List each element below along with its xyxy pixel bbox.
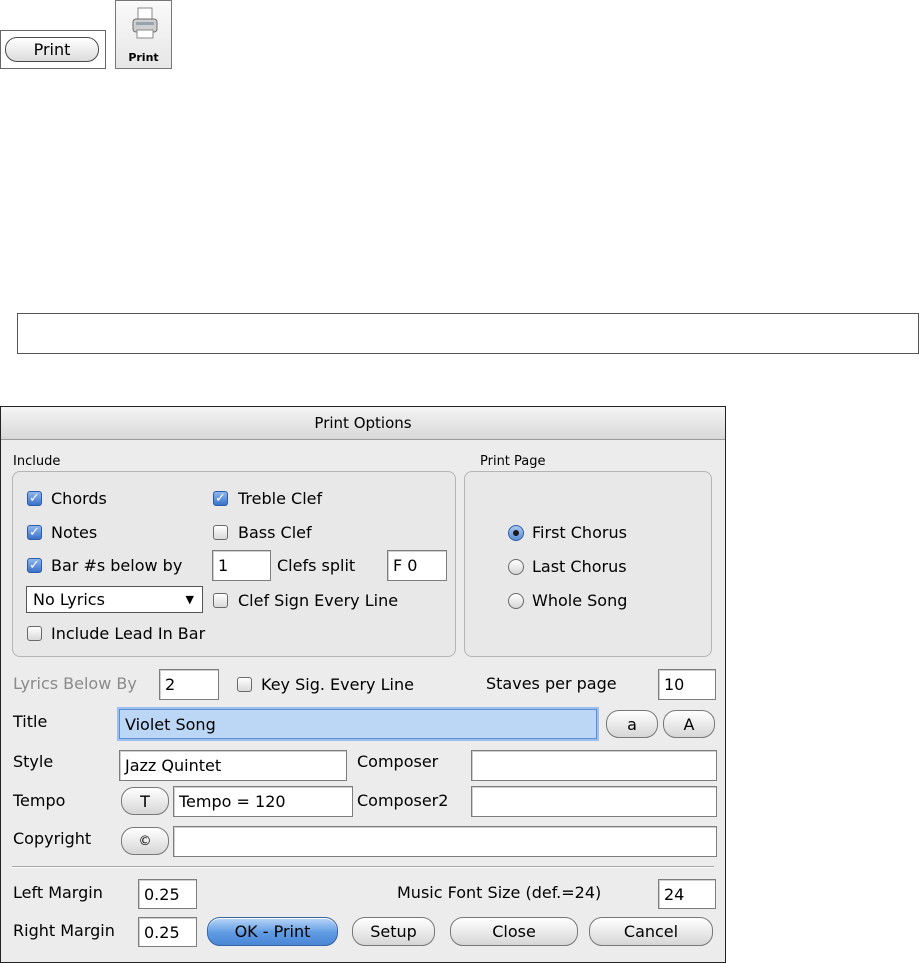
cancel-button[interactable]: Cancel [589, 917, 713, 946]
uppercase-button[interactable]: A [663, 710, 715, 738]
setup-button[interactable]: Setup [352, 917, 435, 946]
style-field[interactable]: Jazz Quintet [119, 750, 347, 781]
key-sig-every-line-label: Key Sig. Every Line [261, 675, 414, 694]
clefs-split-label: Clefs split [277, 556, 356, 575]
key-sig-every-line-checkbox[interactable] [237, 677, 252, 692]
cancel-button-label: Cancel [623, 922, 679, 941]
composer-field[interactable] [471, 750, 717, 781]
chevron-down-icon: ▼ [185, 593, 194, 606]
right-margin-field[interactable]: 0.25 [138, 917, 197, 947]
notes-label: Notes [51, 523, 98, 542]
clef-sign-every-line-checkbox[interactable] [213, 593, 228, 608]
clefs-split-field[interactable]: F 0 [387, 550, 447, 581]
chords-checkbox[interactable]: ✓ [27, 491, 42, 506]
tempo-field[interactable]: Tempo = 120 [173, 786, 353, 817]
treble-clef-label: Treble Clef [238, 489, 323, 508]
notes-checkbox[interactable]: ✓ [27, 525, 42, 540]
print-button-frame: Print [0, 30, 106, 69]
print-icon-label: Print [128, 51, 159, 64]
first-chorus-label: First Chorus [532, 523, 627, 542]
include-lead-in-label: Include Lead In Bar [51, 624, 206, 643]
left-margin-field[interactable]: 0.25 [138, 879, 197, 909]
composer-label: Composer [357, 752, 439, 771]
title-field[interactable]: Violet Song [119, 709, 597, 739]
dialog-title: Print Options [314, 414, 412, 432]
setup-button-label: Setup [370, 922, 417, 941]
bar-numbers-field[interactable]: 1 [212, 550, 271, 581]
bar-numbers-label: Bar #s below by [51, 556, 183, 575]
close-button-label: Close [492, 922, 536, 941]
title-label: Title [13, 712, 48, 731]
tempo-label: Tempo [13, 791, 66, 810]
clef-sign-every-line-label: Clef Sign Every Line [238, 591, 399, 610]
lyrics-select[interactable]: No Lyrics ▼ [26, 586, 203, 613]
lowercase-button-label: a [627, 714, 637, 734]
composer2-field[interactable] [471, 786, 717, 817]
tempo-button-label: T [140, 791, 150, 811]
tempo-button[interactable]: T [121, 787, 169, 815]
lyrics-below-by-label: Lyrics Below By [13, 674, 137, 693]
blank-frame [17, 313, 919, 354]
ok-print-button[interactable]: OK - Print [207, 917, 338, 946]
staves-per-page-label: Staves per page [486, 674, 617, 693]
lyrics-below-by-field[interactable]: 2 [159, 669, 219, 700]
staves-per-page-field[interactable]: 10 [658, 669, 716, 700]
print-button[interactable]: Print [5, 37, 99, 62]
whole-song-label: Whole Song [532, 591, 628, 610]
composer2-label: Composer2 [357, 791, 449, 810]
music-font-size-label: Music Font Size (def.=24) [397, 883, 602, 902]
first-chorus-radio[interactable] [508, 525, 524, 541]
last-chorus-label: Last Chorus [532, 557, 627, 576]
copyright-button[interactable]: © [121, 827, 169, 855]
chords-label: Chords [51, 489, 107, 508]
treble-clef-checkbox[interactable]: ✓ [213, 491, 228, 506]
right-margin-label: Right Margin [13, 921, 115, 940]
ok-print-button-label: OK - Print [234, 922, 311, 941]
print-options-dialog: Print Options Include ✓ Chords ✓ Notes ✓… [0, 406, 726, 963]
copyright-field[interactable] [173, 826, 717, 857]
divider [12, 866, 714, 868]
bass-clef-checkbox[interactable] [213, 525, 228, 540]
style-label: Style [13, 752, 54, 771]
music-font-size-field[interactable]: 24 [658, 879, 716, 909]
include-group-label: Include [13, 454, 61, 469]
left-margin-label: Left Margin [13, 883, 103, 902]
copyright-label: Copyright [13, 829, 92, 848]
copyright-icon: © [138, 833, 152, 849]
print-icon-button[interactable]: Print [115, 0, 172, 69]
bar-numbers-checkbox[interactable]: ✓ [27, 558, 42, 573]
lyrics-select-value: No Lyrics [33, 590, 105, 609]
close-button[interactable]: Close [450, 917, 578, 946]
last-chorus-radio[interactable] [508, 559, 524, 575]
dialog-titlebar: Print Options [1, 407, 725, 440]
whole-song-radio[interactable] [508, 593, 524, 609]
uppercase-button-label: A [683, 714, 695, 734]
print-button-label: Print [33, 40, 71, 59]
printer-icon [132, 7, 158, 39]
bass-clef-label: Bass Clef [238, 523, 312, 542]
print-page-group-label: Print Page [480, 454, 546, 469]
include-lead-in-checkbox[interactable] [27, 626, 42, 641]
lowercase-button[interactable]: a [606, 710, 658, 738]
